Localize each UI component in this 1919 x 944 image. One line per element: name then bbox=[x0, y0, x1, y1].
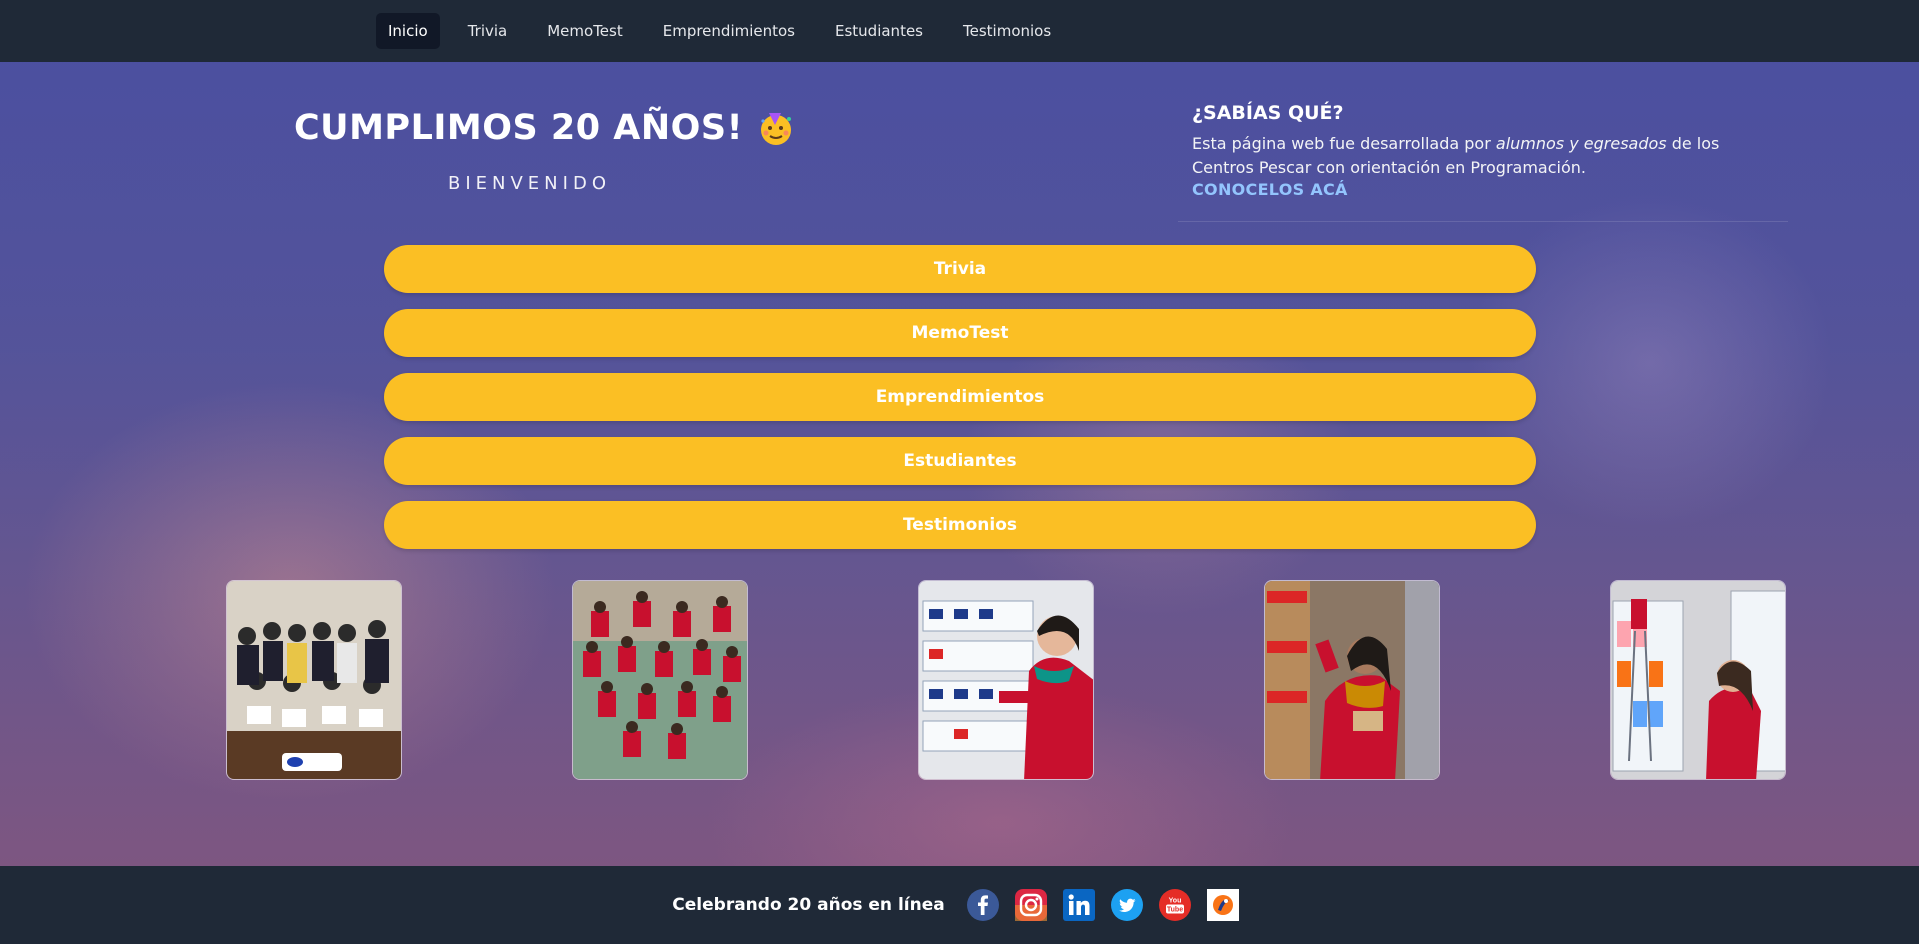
pescar-logo-icon[interactable] bbox=[1206, 889, 1239, 921]
photo-student-storage bbox=[1610, 580, 1786, 780]
hero-title-text: CUMPLIMOS 20 AÑOS! bbox=[294, 108, 744, 148]
photo-gallery bbox=[226, 580, 1786, 780]
hero-title: CUMPLIMOS 20 AÑOS! bbox=[294, 108, 795, 148]
menu-buttons: Trivia MemoTest Emprendimientos Estudian… bbox=[384, 245, 1536, 565]
meet-them-link[interactable]: CONOCELOS ACÁ bbox=[1192, 180, 1774, 199]
info-title: ¿SABÍAS QUÉ? bbox=[1192, 102, 1344, 124]
twitter-icon[interactable] bbox=[1110, 889, 1143, 921]
photo-graduates-group bbox=[226, 580, 402, 780]
did-you-know-box: ¿SABÍAS QUÉ? Esta página web fue desarro… bbox=[1178, 92, 1788, 222]
nav-item-estudiantes[interactable]: Estudiantes bbox=[823, 13, 935, 49]
svg-text:You: You bbox=[1168, 898, 1181, 905]
nav-item-testimonios[interactable]: Testimonios bbox=[951, 13, 1063, 49]
nav-item-inicio[interactable]: Inicio bbox=[376, 13, 440, 49]
hero-subtitle: BIENVENIDO bbox=[448, 173, 611, 194]
youtube-icon[interactable]: You Tube bbox=[1158, 889, 1191, 921]
info-text-before: Esta página web fue desarrollada por bbox=[1192, 134, 1496, 153]
footer-text: Celebrando 20 años en línea bbox=[672, 895, 945, 915]
nav-item-trivia[interactable]: Trivia bbox=[456, 13, 520, 49]
linkedin-icon[interactable] bbox=[1062, 889, 1095, 921]
photo-student-shelves bbox=[918, 580, 1094, 780]
nav-item-emprendimientos[interactable]: Emprendimientos bbox=[651, 13, 807, 49]
top-navbar: Inicio Trivia MemoTest Emprendimientos E… bbox=[0, 0, 1919, 62]
instagram-icon[interactable] bbox=[1014, 889, 1047, 921]
emprendimientos-button[interactable]: Emprendimientos bbox=[384, 373, 1536, 421]
footer: Celebrando 20 años en línea You Tube bbox=[0, 866, 1919, 944]
testimonios-button[interactable]: Testimonios bbox=[384, 501, 1536, 549]
party-face-icon bbox=[757, 109, 795, 147]
memotest-button[interactable]: MemoTest bbox=[384, 309, 1536, 357]
photo-student-warehouse bbox=[1264, 580, 1440, 780]
info-text-emphasis: alumnos y egresados bbox=[1495, 134, 1667, 153]
trivia-button[interactable]: Trivia bbox=[384, 245, 1536, 293]
estudiantes-button[interactable]: Estudiantes bbox=[384, 437, 1536, 485]
facebook-icon[interactable] bbox=[966, 889, 999, 921]
svg-text:Tube: Tube bbox=[1167, 907, 1183, 914]
info-text: Esta página web fue desarrollada por alu… bbox=[1192, 132, 1774, 180]
photo-team-red-jackets bbox=[572, 580, 748, 780]
hero-section: CUMPLIMOS 20 AÑOS! BIENVENIDO ¿SABÍAS QU… bbox=[0, 62, 1919, 866]
nav-item-memotest[interactable]: MemoTest bbox=[535, 13, 635, 49]
